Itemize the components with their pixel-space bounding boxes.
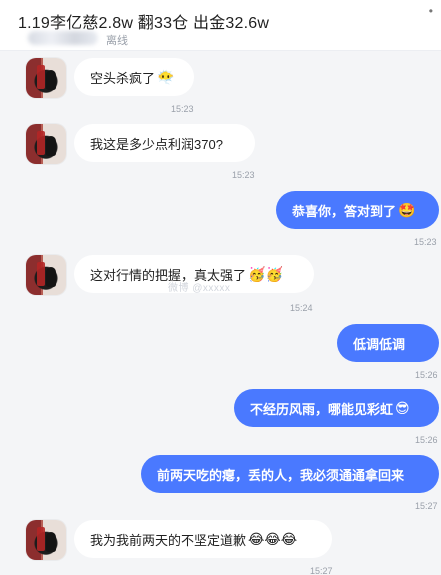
avatar	[26, 255, 66, 295]
message-bubble: 我为我前两天的不坚定道歉 😂😂😂	[74, 520, 332, 558]
message-text: 我为我前两天的不坚定道歉	[90, 532, 247, 548]
message-time: 15:27	[415, 501, 438, 511]
emoji-icon: 😂😂😂	[248, 531, 298, 547]
status-label: 离线	[106, 35, 128, 47]
message-text: 不经历风雨，哪能见彩虹	[250, 401, 394, 417]
message-time: 15:26	[415, 370, 438, 380]
chat-title: 1.19李亿慈2.8w 翻33仓 出金32.6w	[18, 15, 270, 32]
message-text: 空头杀疯了	[90, 70, 156, 86]
message-bubble: 前两天吃的瘪，丢的人，我必须通通拿回来	[141, 455, 439, 493]
chat-screen: 1.19李亿慈2.8w 翻33仓 出金32.6w 离线 • 空头杀疯了 😶‍🌫️…	[0, 0, 441, 575]
message-time: 15:23	[171, 104, 194, 114]
message-bubble: 不经历风雨，哪能见彩虹 😎	[234, 389, 439, 427]
message-time: 15:23	[232, 170, 255, 180]
message-text: 前两天吃的瘪，丢的人，我必须通通拿回来	[157, 467, 405, 483]
emoji-icon: 🥳🥳	[248, 266, 283, 282]
avatar	[26, 58, 66, 98]
message-text: 恭喜你，答对到了	[292, 203, 397, 219]
message-time: 15:24	[290, 303, 313, 313]
emoji-icon: 😶‍🌫️	[157, 69, 175, 85]
message-bubble: 低调低调	[337, 324, 439, 362]
watermark: 微博 @xxxxx	[168, 283, 231, 294]
message-text: 低调低调	[353, 336, 406, 352]
more-icon[interactable]: •	[429, 4, 433, 18]
message-bubble: 我这是多少点利润370?	[74, 124, 255, 162]
message-bubble: 空头杀疯了 😶‍🌫️	[74, 58, 194, 96]
message-time: 15:23	[414, 237, 437, 247]
emoji-icon: 🤩	[398, 202, 416, 218]
chat-header: 1.19李亿慈2.8w 翻33仓 出金32.6w 离线 •	[0, 0, 441, 51]
emoji-icon: 😎	[395, 400, 410, 416]
message-time: 15:26	[415, 435, 438, 445]
blurred-contact-name	[28, 31, 98, 45]
avatar	[26, 124, 66, 164]
message-bubble: 恭喜你，答对到了 🤩	[276, 191, 439, 229]
message-text: 我这是多少点利润370?	[90, 136, 223, 152]
avatar	[26, 520, 66, 560]
message-time: 15:27	[310, 566, 333, 575]
